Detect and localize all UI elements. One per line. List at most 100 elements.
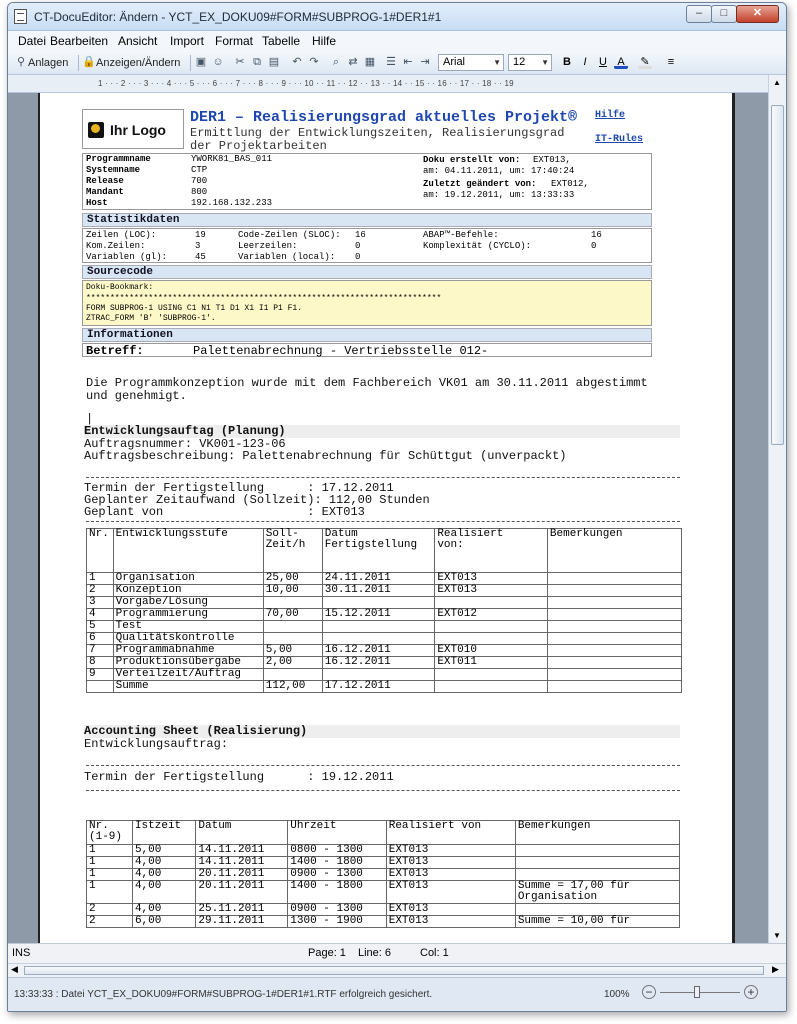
minimize-button[interactable]: – <box>686 5 712 23</box>
underline-icon[interactable]: U <box>596 55 610 69</box>
menu-datei[interactable]: Datei <box>18 34 46 48</box>
document-page[interactable]: Ihr Logo DER1 – Realisierungsgrad aktuel… <box>38 93 735 943</box>
table-cell: 1400 - 1800 <box>287 880 387 904</box>
menu-ansicht[interactable]: Ansicht <box>118 34 157 48</box>
zoom-out-icon[interactable]: − <box>642 985 656 999</box>
table-row: 4 Programmierung 70,00 15.12.2011 EXT012 <box>86 608 683 621</box>
table-cell: 14.11.2011 <box>195 856 289 869</box>
horizontal-scrollbar[interactable]: ◀ ▶ <box>8 963 786 977</box>
save-icon[interactable]: ▣ <box>194 55 208 69</box>
find-icon[interactable]: ⌕ <box>329 55 343 69</box>
menu-hilfe[interactable]: Hilfe <box>312 34 336 48</box>
indent-icon[interactable]: ⇥ <box>418 55 432 69</box>
source-box: Doku-Bookmark: *************************… <box>82 280 652 326</box>
itrules-link[interactable]: IT-Rules <box>595 134 643 145</box>
copy-icon[interactable]: ⧉ <box>250 55 264 69</box>
status-page: Page: 1 <box>308 947 346 959</box>
paste-icon[interactable]: ▤ <box>267 55 281 69</box>
paperclip-icon[interactable]: ⚲ <box>14 55 28 69</box>
meta-key: Release <box>86 176 124 186</box>
undo-icon[interactable]: ↶ <box>290 55 304 69</box>
font-size-select[interactable]: 12 ▼ <box>508 54 552 71</box>
table-row: 6 Qualitätskontrolle <box>86 632 683 645</box>
attach-button[interactable]: Anlagen <box>28 55 68 71</box>
meta-value: 800 <box>191 187 208 197</box>
table-cell: EXT012 <box>434 608 548 621</box>
outdent-icon[interactable]: ⇤ <box>401 55 415 69</box>
table-cell <box>546 656 683 669</box>
hscroll-thumb[interactable] <box>24 966 764 975</box>
ruler-scale: 1 · · · 2 · · · 3 · · · 4 · · · 5 · · · … <box>98 79 514 88</box>
scroll-down-icon[interactable]: ▼ <box>773 931 781 940</box>
stat-label: Kom.Zeilen: <box>86 241 146 251</box>
table-cell: 20.11.2011 <box>195 868 289 881</box>
zoom-slider-handle[interactable] <box>694 986 700 998</box>
table-cell <box>514 856 681 869</box>
lock-icon[interactable]: 🔒 <box>82 55 96 69</box>
betreff-label: Betreff: <box>86 344 144 358</box>
italic-icon[interactable]: I <box>578 55 592 69</box>
source-section-title: Sourcecode <box>82 265 652 279</box>
menu-tabelle[interactable]: Tabelle <box>262 34 300 48</box>
table-header-cell: Bemerkungen <box>514 820 681 845</box>
table-cell <box>262 596 323 609</box>
font-select[interactable]: Arial ▼ <box>438 54 504 71</box>
stat-label: ABAP™-Befehle: <box>423 230 499 240</box>
maximize-button[interactable]: □ <box>711 5 737 23</box>
menu-format[interactable]: Format <box>215 34 253 48</box>
bold-icon[interactable]: B <box>560 55 574 69</box>
table-cell: 1 <box>86 868 133 881</box>
help-link[interactable]: Hilfe <box>595 110 625 121</box>
scroll-left-icon[interactable]: ◀ <box>11 964 18 975</box>
font-color-icon[interactable]: A <box>614 55 628 69</box>
scroll-right-icon[interactable]: ▶ <box>772 964 779 975</box>
table-cell: 8 <box>86 656 114 669</box>
close-button[interactable]: ✕ <box>736 5 779 23</box>
highlight-icon[interactable]: ✎ <box>638 55 652 69</box>
table-header-cell: Nr. (1-9) <box>86 820 133 845</box>
stats-table: Zeilen (LOC): 19 Code-Zeilen (SLOC): 16 ABAP… <box>82 228 652 263</box>
accounting-subtitle: Entwicklungsauftrag: <box>84 737 229 751</box>
table-cell: Programmabnahme <box>112 644 264 657</box>
align-icon[interactable]: ≡ <box>664 55 678 69</box>
replace-icon[interactable]: ⇄ <box>346 55 360 69</box>
status-line: Line: 6 <box>358 947 392 959</box>
scrollbar-thumb[interactable] <box>771 105 784 445</box>
meta-key: Host <box>86 198 108 208</box>
table-cell: 0800 - 1300 <box>287 844 387 857</box>
meta-table: Programmname YWORK81_BAS_011 Systemname CT… <box>82 153 652 210</box>
plan-line: Geplant von : EXT013 <box>84 505 365 519</box>
table-header-cell: Bemerkungen <box>546 528 683 573</box>
intro-text: und genehmigt. <box>86 389 187 403</box>
menu-bearbeiten[interactable]: Bearbeiten <box>50 34 108 48</box>
table-cell: Konzeption <box>112 584 264 597</box>
stat-label: Code-Zeilen (SLOC): <box>238 230 341 240</box>
scroll-up-icon[interactable]: ▲ <box>773 78 781 87</box>
redo-icon[interactable]: ↷ <box>307 55 321 69</box>
table-cell: 7 <box>86 644 114 657</box>
table-row: 1 4,00 20.11.2011 1400 - 1800 EXT013 Summe = … <box>86 880 681 904</box>
table-icon[interactable]: ▦ <box>363 55 377 69</box>
table-cell: 24.11.2011 <box>321 572 436 585</box>
doku-created-by: EXT013, <box>533 155 571 165</box>
vertical-scrollbar[interactable]: ▲ ▼ <box>768 75 786 943</box>
ruler[interactable]: 1 · · · 2 · · · 3 · · · 4 · · · 5 · · · … <box>8 75 786 93</box>
meta-key: Systemname <box>86 165 141 175</box>
zoom-in-icon[interactable]: + <box>744 985 758 999</box>
logo-text: Ihr Logo <box>110 122 166 138</box>
table-cell: EXT011 <box>434 656 548 669</box>
table-cell <box>321 668 436 681</box>
stat-label: Variablen (gl): <box>86 252 168 262</box>
table-cell: 15.12.2011 <box>321 608 436 621</box>
bullet-list-icon[interactable]: ☰ <box>384 55 398 69</box>
cut-icon[interactable]: ✂ <box>233 55 247 69</box>
table-cell: EXT010 <box>434 644 548 657</box>
menu-import[interactable]: Import <box>170 34 204 48</box>
view-edit-button[interactable]: Anzeigen/Ändern <box>96 55 180 71</box>
zoom-slider[interactable] <box>660 992 740 993</box>
meta-value: CTP <box>191 165 208 175</box>
title-bar[interactable]: CT-DocuEditor: Ändern - YCT_EX_DOKU09#FO… <box>8 3 786 31</box>
user-icon[interactable]: ☺ <box>211 55 225 69</box>
table-cell: 1 <box>86 572 114 585</box>
table-cell: 2,00 <box>262 656 323 669</box>
